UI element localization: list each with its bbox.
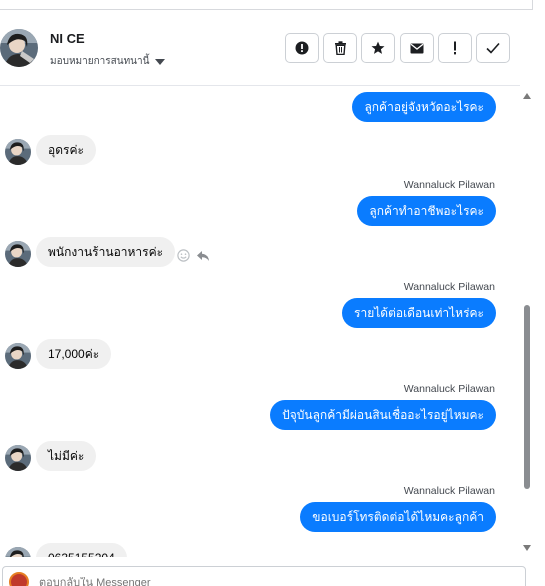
- outgoing-message[interactable]: ลูกค้าอยู่จังหวัดอะไรคะ: [352, 92, 496, 122]
- incoming-message[interactable]: พนักงานร้านอาหารค่ะ: [36, 237, 176, 267]
- assign-label: มอบหมายการสนทนานี้: [50, 56, 150, 67]
- scroll-up-arrow-icon[interactable]: [523, 93, 531, 99]
- contact-name: NI CE: [50, 31, 85, 46]
- alert-circle-icon: [295, 41, 309, 55]
- avatar: [5, 445, 31, 471]
- outgoing-message[interactable]: ลูกค้าทำอาชีพอะไรคะ: [357, 196, 496, 226]
- avatar: [5, 343, 31, 369]
- message-actions: [177, 249, 210, 262]
- incoming-message[interactable]: 0635155204: [36, 543, 127, 557]
- star-icon: [371, 41, 385, 54]
- reply-icon[interactable]: [196, 250, 210, 262]
- smiley-icon[interactable]: [177, 249, 190, 262]
- sender-name: Wannaluck Pilawan: [403, 383, 495, 395]
- scrollbar-thumb[interactable]: [524, 305, 530, 489]
- outgoing-message[interactable]: รายได้ต่อเดือนเท่าไหร่คะ: [342, 298, 496, 328]
- avatar: [5, 547, 31, 557]
- reply-composer: [2, 566, 526, 586]
- trash-icon: [334, 41, 346, 55]
- conversation-header: NI CE มอบหมายการสนทนานี้: [0, 10, 520, 86]
- envelope-icon: [410, 43, 424, 53]
- mark-done-button[interactable]: [476, 33, 510, 63]
- check-icon: [486, 42, 500, 54]
- assign-conversation-dropdown[interactable]: มอบหมายการสนทนานี้: [50, 54, 166, 69]
- exclamation-icon: [454, 41, 456, 55]
- delete-button[interactable]: [323, 33, 357, 63]
- incoming-message[interactable]: อุดรค่ะ: [36, 135, 96, 165]
- top-divider: [0, 0, 533, 10]
- message-thread[interactable]: ลูกค้าอยู่จังหวัดอะไรคะ อุดรค่ะ Wannaluc…: [0, 87, 520, 557]
- chevron-down-icon: [155, 58, 166, 65]
- thread-scrollbar[interactable]: [521, 87, 533, 557]
- reply-input[interactable]: [39, 577, 339, 586]
- scroll-down-arrow-icon[interactable]: [523, 545, 531, 551]
- outgoing-message[interactable]: ขอเบอร์โทรติดต่อได้ไหมคะลูกค้า: [300, 502, 496, 532]
- incoming-message[interactable]: ไม่มีค่ะ: [36, 441, 97, 471]
- avatar[interactable]: [0, 29, 38, 67]
- mark-spam-button[interactable]: [285, 33, 319, 63]
- avatar: [5, 241, 31, 267]
- inbox-conversation-panel: NI CE มอบหมายการสนทนานี้ ลูกค้าอยู่จังหว…: [0, 0, 545, 586]
- star-button[interactable]: [361, 33, 395, 63]
- avatar-image: [0, 29, 38, 67]
- mark-unread-button[interactable]: [400, 33, 434, 63]
- sender-name: Wannaluck Pilawan: [403, 485, 495, 497]
- follow-up-button[interactable]: [438, 33, 472, 63]
- avatar: [5, 139, 31, 165]
- incoming-message[interactable]: 17,000ค่ะ: [36, 339, 112, 369]
- outgoing-message[interactable]: ปัจุบันลูกค้ามีผ่อนสินเชื่ออะไรอยู่ไหมคะ: [270, 400, 496, 430]
- sender-name: Wannaluck Pilawan: [403, 179, 495, 191]
- sender-name: Wannaluck Pilawan: [403, 281, 495, 293]
- page-avatar-icon: [9, 572, 29, 586]
